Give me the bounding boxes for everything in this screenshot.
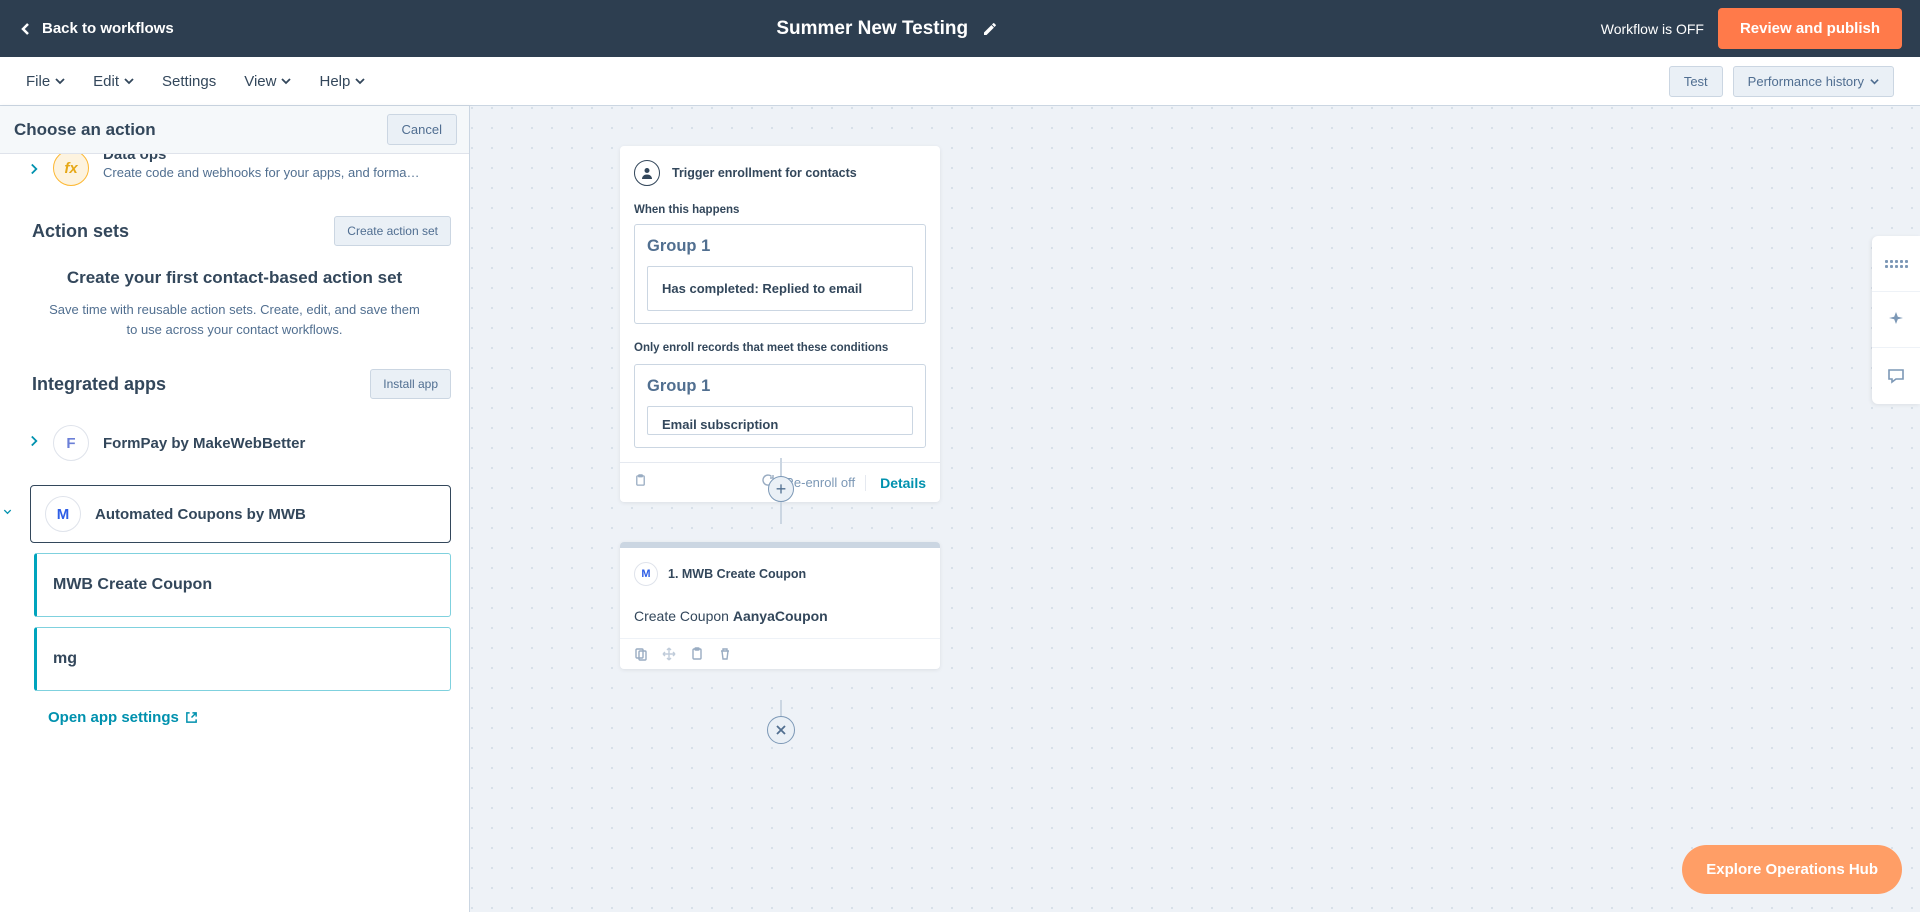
- person-icon: [634, 160, 660, 186]
- category-title: Data ops: [103, 154, 451, 163]
- chevron-right-icon: [30, 162, 39, 181]
- clipboard-icon[interactable]: [634, 474, 647, 492]
- workflow-status: Workflow is OFF: [1601, 21, 1704, 37]
- rail-comments-button[interactable]: [1872, 348, 1920, 404]
- action-sets-header: Action sets Create action set: [0, 216, 469, 246]
- cancel-button[interactable]: Cancel: [387, 114, 457, 145]
- delete-branch-button[interactable]: [767, 716, 795, 744]
- panel-header: Choose an action Cancel: [0, 106, 469, 154]
- action-card-1[interactable]: M 1. MWB Create Coupon Create Coupon Aan…: [620, 542, 940, 669]
- chevron-down-icon: [1870, 77, 1879, 86]
- menu-view[interactable]: View: [244, 73, 291, 90]
- action-mwb-create-coupon[interactable]: MWB Create Coupon: [34, 553, 451, 617]
- top-right: Workflow is OFF Review and publish: [1601, 8, 1902, 49]
- menu-file[interactable]: File: [26, 73, 65, 90]
- trigger-condition-1[interactable]: Has completed: Replied to email: [647, 266, 913, 311]
- action-card-title: 1. MWB Create Coupon: [668, 567, 806, 581]
- trigger-group-1[interactable]: Group 1 Has completed: Replied to email: [634, 224, 926, 324]
- top-center: Summer New Testing: [174, 18, 1601, 40]
- workflow-title: Summer New Testing: [776, 18, 968, 40]
- action-list: MWB Create Coupon mg: [0, 543, 469, 691]
- menu-edit[interactable]: Edit: [93, 73, 134, 90]
- main-area: Choose an action Cancel fx Data ops Crea…: [0, 106, 1920, 912]
- back-to-workflows-link[interactable]: Back to workflows: [18, 20, 174, 37]
- reenroll-status: Re-enroll off: [785, 475, 856, 490]
- action-mg[interactable]: mg: [34, 627, 451, 691]
- only-enroll-label: Only enroll records that meet these cond…: [634, 342, 926, 354]
- open-app-settings-link[interactable]: Open app settings: [0, 709, 469, 726]
- delete-icon[interactable]: [718, 647, 732, 661]
- install-app-button[interactable]: Install app: [370, 369, 451, 399]
- trigger-condition-2[interactable]: Email subscription: [647, 406, 913, 435]
- chevron-right-icon: [30, 434, 39, 453]
- right-rail: [1872, 236, 1920, 404]
- copy-icon[interactable]: [634, 647, 648, 661]
- performance-history-button[interactable]: Performance history: [1733, 66, 1894, 97]
- mwb-logo-icon: M: [45, 496, 81, 532]
- menu-right: Test Performance history: [1669, 66, 1894, 97]
- external-link-icon: [185, 711, 198, 724]
- menu-help[interactable]: Help: [319, 73, 365, 90]
- edit-title-icon[interactable]: [982, 21, 998, 37]
- workflow-canvas[interactable]: Trigger enrollment for contacts When thi…: [470, 106, 1920, 912]
- action-sets-title: Action sets: [32, 221, 129, 242]
- trigger-group-2[interactable]: Group 1 Email subscription: [634, 364, 926, 448]
- formpay-logo-icon: F: [53, 425, 89, 461]
- explore-operations-hub-button[interactable]: Explore Operations Hub: [1682, 845, 1902, 894]
- menu-settings[interactable]: Settings: [162, 73, 216, 90]
- sparkle-icon: [1887, 311, 1905, 329]
- chevron-down-icon: [355, 76, 365, 86]
- app-row-autocoupons[interactable]: M Automated Coupons by MWB: [30, 485, 451, 543]
- group-title: Group 1: [647, 237, 913, 256]
- create-action-set-button[interactable]: Create action set: [334, 216, 451, 246]
- action-sets-desc: Save time with reusable action sets. Cre…: [0, 300, 469, 339]
- action-card-footer: [620, 638, 940, 669]
- chevron-down-icon: [55, 76, 65, 86]
- fx-icon: fx: [53, 154, 89, 186]
- chevron-down-icon: [281, 76, 291, 86]
- trigger-card[interactable]: Trigger enrollment for contacts When thi…: [620, 146, 940, 502]
- when-label: When this happens: [634, 204, 926, 216]
- category-data-ops[interactable]: fx Data ops Create code and webhooks for…: [0, 154, 469, 186]
- panel-title: Choose an action: [14, 120, 156, 140]
- app-name-autocoupons: Automated Coupons by MWB: [95, 506, 306, 523]
- app-name-formpay: FormPay by MakeWebBetter: [103, 435, 305, 452]
- panel-body: fx Data ops Create code and webhooks for…: [0, 154, 469, 912]
- move-icon[interactable]: [662, 647, 676, 661]
- category-desc: Create code and webhooks for your apps, …: [103, 165, 423, 180]
- app-row-formpay[interactable]: F FormPay by MakeWebBetter: [0, 415, 469, 471]
- trigger-title: Trigger enrollment for contacts: [672, 166, 857, 180]
- mwb-logo-icon: M: [634, 562, 658, 586]
- chevron-down-icon: [124, 76, 134, 86]
- chevron-down-icon: [3, 505, 12, 524]
- menu-bar: File Edit Settings View Help Test Perfor…: [0, 57, 1920, 106]
- add-action-button[interactable]: +: [768, 476, 794, 502]
- action-side-panel: Choose an action Cancel fx Data ops Crea…: [0, 106, 470, 912]
- trigger-details-link[interactable]: Details: [865, 475, 926, 491]
- integrated-apps-title: Integrated apps: [32, 374, 166, 395]
- review-publish-button[interactable]: Review and publish: [1718, 8, 1902, 49]
- action-sets-headline: Create your first contact-based action s…: [0, 268, 469, 288]
- comment-icon: [1887, 367, 1905, 385]
- back-label: Back to workflows: [42, 20, 174, 37]
- integrated-apps-header: Integrated apps Install app: [0, 369, 469, 399]
- top-bar: Back to workflows Summer New Testing Wor…: [0, 0, 1920, 57]
- clipboard-icon[interactable]: [690, 647, 704, 661]
- menu-left: File Edit Settings View Help: [26, 73, 365, 90]
- chevron-left-icon: [18, 21, 34, 37]
- connector-line: [780, 502, 782, 524]
- grid-icon: [1885, 260, 1908, 268]
- group-title: Group 1: [647, 377, 913, 396]
- rail-ai-button[interactable]: [1872, 292, 1920, 348]
- rail-minimap-button[interactable]: [1872, 236, 1920, 292]
- action-card-body: Create Coupon AanyaCoupon: [634, 608, 926, 624]
- test-button[interactable]: Test: [1669, 66, 1723, 97]
